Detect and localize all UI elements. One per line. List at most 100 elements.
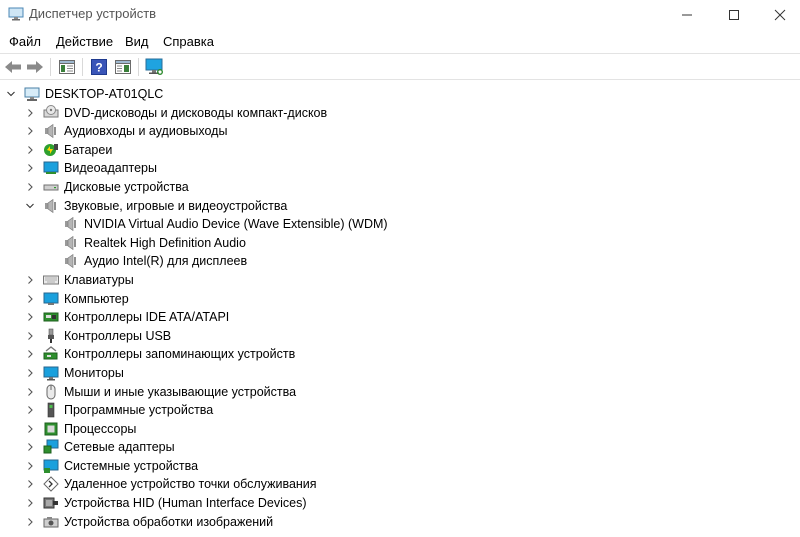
tree-category[interactable]: Устройства HID (Human Interface Devices) xyxy=(0,494,800,513)
scan-hardware-icon xyxy=(145,58,163,75)
speaker-icon xyxy=(63,253,79,269)
chevron-right-icon[interactable] xyxy=(23,122,37,140)
tree-device[interactable]: Realtek High Definition Audio xyxy=(0,234,800,253)
menu-action[interactable]: Действие xyxy=(55,34,114,49)
speaker-icon xyxy=(63,216,79,232)
tree-device[interactable]: NVIDIA Virtual Audio Device (Wave Extens… xyxy=(0,215,800,234)
display-adapter-icon xyxy=(43,160,59,176)
menu-view[interactable]: Вид xyxy=(124,34,150,49)
tree-category[interactable]: Контроллеры USB xyxy=(0,327,800,346)
toolbar-separator xyxy=(82,58,83,76)
tree-category-label: Сетевые адаптеры xyxy=(64,440,175,455)
minimize-icon xyxy=(682,14,692,16)
properties-pane-button[interactable] xyxy=(57,57,77,77)
tree-category[interactable]: Звуковые, игровые и видеоустройства xyxy=(0,197,800,216)
tree-category[interactable]: Мыши и иные указывающие устройства xyxy=(0,383,800,402)
chevron-right-icon[interactable] xyxy=(23,327,37,345)
forward-button[interactable] xyxy=(25,57,45,77)
tree-category[interactable]: Батареи xyxy=(0,141,800,160)
chevron-right-icon[interactable] xyxy=(23,290,37,308)
back-arrow-icon xyxy=(5,61,21,73)
tree-category[interactable]: Компьютер xyxy=(0,290,800,309)
toolbar: ? xyxy=(0,53,800,80)
processor-icon xyxy=(43,421,59,437)
battery-icon xyxy=(43,142,59,158)
tree-category[interactable]: Мониторы xyxy=(0,364,800,383)
chevron-right-icon[interactable] xyxy=(23,401,37,419)
chevron-right-icon[interactable] xyxy=(23,178,37,196)
update-driver-button[interactable] xyxy=(113,57,133,77)
tree-root[interactable]: DESKTOP-AT01QLC xyxy=(0,85,800,104)
tree-category-label: DVD-дисководы и дисководы компакт-дисков xyxy=(64,105,328,120)
speaker-icon xyxy=(43,123,59,139)
chevron-right-icon[interactable] xyxy=(23,494,37,512)
chevron-right-icon[interactable] xyxy=(23,457,37,475)
chevron-right-icon[interactable] xyxy=(23,159,37,177)
tree-category[interactable]: DVD-дисководы и дисководы компакт-дисков xyxy=(0,104,800,123)
tree-device-label: NVIDIA Virtual Audio Device (Wave Extens… xyxy=(84,217,388,232)
menu-file[interactable]: Файл xyxy=(8,34,42,49)
tree-category[interactable]: Программные устройства xyxy=(0,401,800,420)
tree-category-label: Видеоадаптеры xyxy=(64,161,157,176)
title-bar: Диспетчер устройств xyxy=(0,0,800,30)
device-manager-window: Диспетчер устройств Файл Действие Вид Сп… xyxy=(0,0,800,537)
chevron-right-icon[interactable] xyxy=(23,104,37,122)
disk-drive-icon xyxy=(43,179,59,195)
close-button[interactable] xyxy=(757,0,800,30)
tree-device-label: Realtek High Definition Audio xyxy=(84,235,246,250)
tree-category[interactable]: Устройства обработки изображений xyxy=(0,513,800,532)
tree-category[interactable]: Контроллеры запоминающих устройств xyxy=(0,345,800,364)
tree-category[interactable]: Процессоры xyxy=(0,420,800,439)
tree-category[interactable]: Системные устройства xyxy=(0,457,800,476)
chevron-right-icon[interactable] xyxy=(23,383,37,401)
chevron-right-icon[interactable] xyxy=(23,438,37,456)
chevron-right-icon[interactable] xyxy=(23,308,37,326)
chevron-right-icon[interactable] xyxy=(23,420,37,438)
menu-help[interactable]: Справка xyxy=(162,34,215,49)
keyboard-icon xyxy=(43,272,59,288)
tree-category-label: Программные устройства xyxy=(64,403,214,418)
menu-bar: Файл Действие Вид Справка xyxy=(0,31,800,53)
minimize-button[interactable] xyxy=(664,0,710,30)
window-title: Диспетчер устройств xyxy=(29,6,157,21)
tree-category-label: Удаленное устройство точки обслуживания xyxy=(64,477,317,492)
chevron-down-icon[interactable] xyxy=(4,85,18,103)
computer-icon xyxy=(43,291,59,307)
tree-category-label: Контроллеры IDE ATA/ATAPI xyxy=(64,310,230,325)
tree-category[interactable]: Контроллеры IDE ATA/ATAPI xyxy=(0,308,800,327)
tree-category[interactable]: Видеоадаптеры xyxy=(0,159,800,178)
imaging-device-icon xyxy=(43,514,59,530)
tree-category-label: Устройства обработки изображений xyxy=(64,514,274,529)
scan-hardware-button[interactable] xyxy=(145,57,165,77)
chevron-right-icon[interactable] xyxy=(23,364,37,382)
tree-device-label: Аудио Intel(R) для дисплеев xyxy=(84,254,248,269)
tree-category-label: Клавиатуры xyxy=(64,272,134,287)
toolbar-separator xyxy=(138,58,139,76)
properties-pane-icon xyxy=(59,60,75,74)
toolbar-separator xyxy=(50,58,51,76)
tree-category[interactable]: Дисковые устройства xyxy=(0,178,800,197)
help-button[interactable]: ? xyxy=(89,57,109,77)
dvd-drive-icon xyxy=(43,104,59,121)
tree-category[interactable]: Клавиатуры xyxy=(0,271,800,290)
remote-device-icon xyxy=(43,476,59,493)
chevron-right-icon[interactable] xyxy=(23,141,37,159)
close-icon xyxy=(774,9,786,21)
chevron-right-icon[interactable] xyxy=(23,513,37,531)
chevron-right-icon[interactable] xyxy=(23,345,37,363)
back-button[interactable] xyxy=(3,57,23,77)
chevron-down-icon[interactable] xyxy=(23,197,37,215)
chevron-right-icon[interactable] xyxy=(23,475,37,493)
speaker-icon xyxy=(63,235,79,251)
network-adapter-icon xyxy=(43,439,59,455)
chevron-right-icon[interactable] xyxy=(23,271,37,289)
ide-controller-icon xyxy=(43,309,59,325)
device-tree: DESKTOP-AT01QLC DVD-дисководы и дисковод… xyxy=(0,85,800,531)
tree-category[interactable]: Сетевые адаптеры xyxy=(0,438,800,457)
tree-category[interactable]: Удаленное устройство точки обслуживания xyxy=(0,475,800,494)
maximize-button[interactable] xyxy=(711,0,757,30)
tree-category[interactable]: Аудиовходы и аудиовыходы xyxy=(0,122,800,141)
device-manager-app-icon xyxy=(8,7,24,21)
tree-device[interactable]: Аудио Intel(R) для дисплеев xyxy=(0,252,800,271)
tree-category-label: Аудиовходы и аудиовыходы xyxy=(64,124,228,139)
